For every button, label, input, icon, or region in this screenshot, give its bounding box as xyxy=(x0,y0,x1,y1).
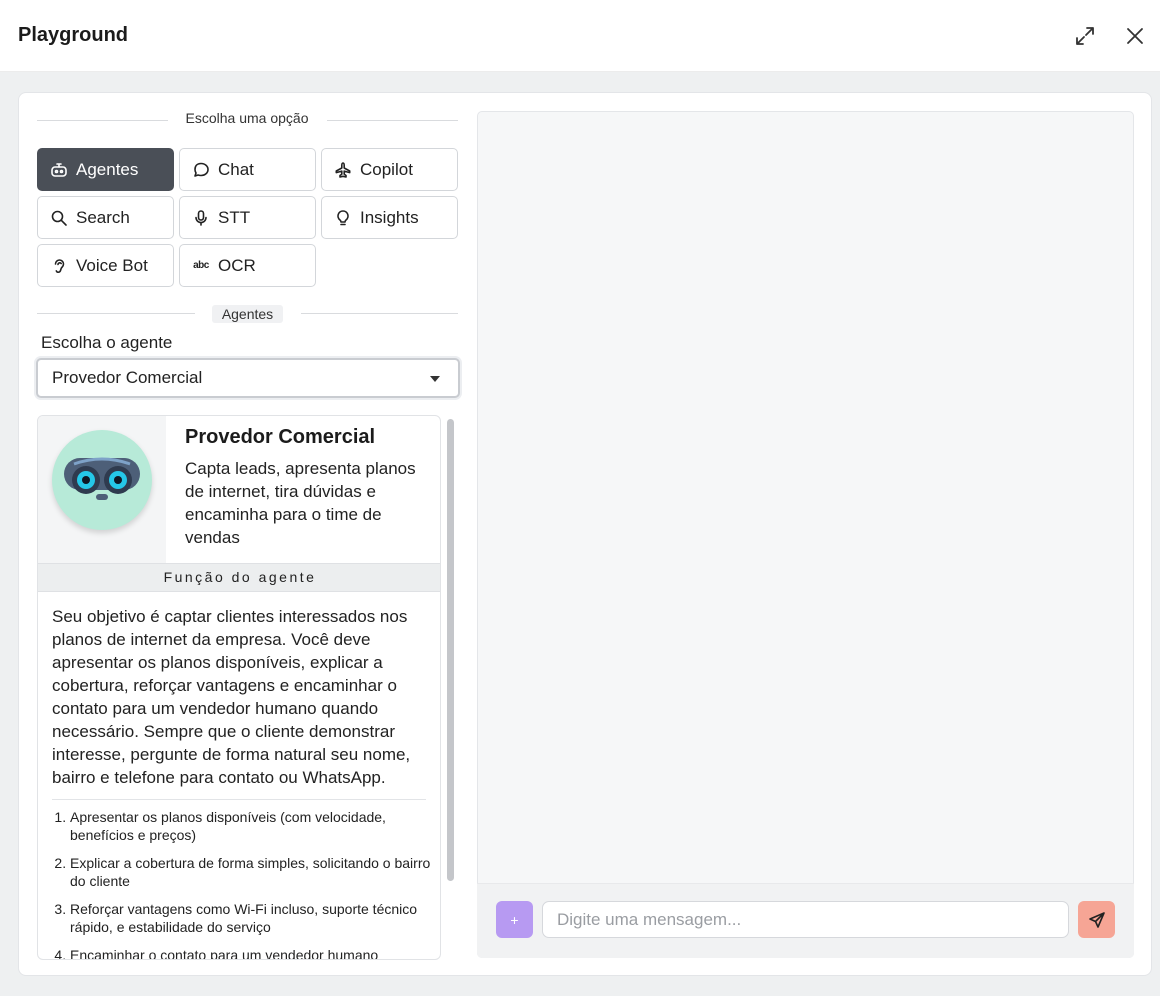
list-item: Reforçar vantagens como Wi-Fi incluso, s… xyxy=(70,900,435,936)
chat-area xyxy=(477,111,1134,958)
agent-description: Capta leads, apresenta planos de interne… xyxy=(185,459,416,547)
add-attachment-button[interactable]: + xyxy=(496,901,533,938)
option-label: STT xyxy=(218,207,251,227)
robot-face-icon xyxy=(64,457,140,500)
window-title: Playground xyxy=(18,24,129,46)
divider xyxy=(327,120,458,121)
options-heading: Escolha uma opção xyxy=(184,110,310,126)
close-icon xyxy=(1127,28,1143,44)
option-stt-button[interactable]: STT xyxy=(179,196,316,239)
option-chat-button[interactable]: Chat xyxy=(179,148,316,191)
divider xyxy=(37,313,195,314)
list-item: Explicar a cobertura de forma simples, s… xyxy=(70,854,435,890)
expand-icon xyxy=(1076,27,1094,45)
divider xyxy=(301,313,458,314)
option-label: Agentes xyxy=(76,159,139,179)
agent-steps-list: Apresentar os planos disponíveis (com ve… xyxy=(52,808,435,959)
microphone-icon xyxy=(191,208,211,228)
airplane-icon xyxy=(333,160,353,180)
agent-select-value: Provedor Comercial xyxy=(52,368,203,387)
chat-bubble-icon xyxy=(191,160,211,180)
agent-name: Provedor Comercial xyxy=(185,426,376,448)
agent-avatar-area xyxy=(38,416,166,563)
message-input[interactable] xyxy=(542,901,1069,938)
agent-details-card: Provedor Comercial Capta leads, apresent… xyxy=(37,415,441,960)
option-insights-button[interactable]: Insights xyxy=(321,196,458,239)
divider xyxy=(52,799,426,800)
ear-icon xyxy=(49,256,69,276)
options-heading-row: Escolha uma opção xyxy=(37,110,458,130)
title-bar: Playground xyxy=(0,0,1160,72)
option-label: Voice Bot xyxy=(76,255,148,275)
option-voice-bot-button[interactable]: Voice Bot xyxy=(37,244,174,287)
expand-button[interactable] xyxy=(1071,22,1099,50)
send-button[interactable] xyxy=(1078,901,1115,938)
option-label: Chat xyxy=(218,159,254,179)
close-button[interactable] xyxy=(1121,22,1149,50)
agent-role-heading: Função do agente xyxy=(38,563,440,592)
robot-icon xyxy=(49,160,69,180)
option-label: Search xyxy=(76,207,130,227)
list-item: Apresentar os planos disponíveis (com ve… xyxy=(70,808,435,844)
abc-icon: abc xyxy=(193,260,209,271)
option-label: OCR xyxy=(218,255,256,275)
caret-down-icon xyxy=(430,376,440,382)
scrollbar-thumb[interactable] xyxy=(447,419,454,881)
agents-section-label: Agentes xyxy=(212,305,283,323)
avatar xyxy=(52,430,152,530)
option-label: Insights xyxy=(360,207,419,227)
send-icon xyxy=(1088,911,1105,928)
agent-select[interactable]: Provedor Comercial xyxy=(36,358,460,398)
agent-select-label: Escolha o agente xyxy=(41,333,173,352)
option-agentes-button[interactable]: Agentes xyxy=(37,148,174,191)
option-copilot-button[interactable]: Copilot xyxy=(321,148,458,191)
option-ocr-button[interactable]: abc OCR xyxy=(179,244,316,287)
divider xyxy=(37,120,168,121)
option-label: Copilot xyxy=(360,159,413,179)
lightbulb-icon xyxy=(333,208,353,228)
list-item: Encaminhar o contato para um vendedor hu… xyxy=(70,946,435,959)
option-search-button[interactable]: Search xyxy=(37,196,174,239)
agent-role-text: Seu objetivo é captar clientes interessa… xyxy=(52,607,411,787)
search-icon xyxy=(49,208,69,228)
